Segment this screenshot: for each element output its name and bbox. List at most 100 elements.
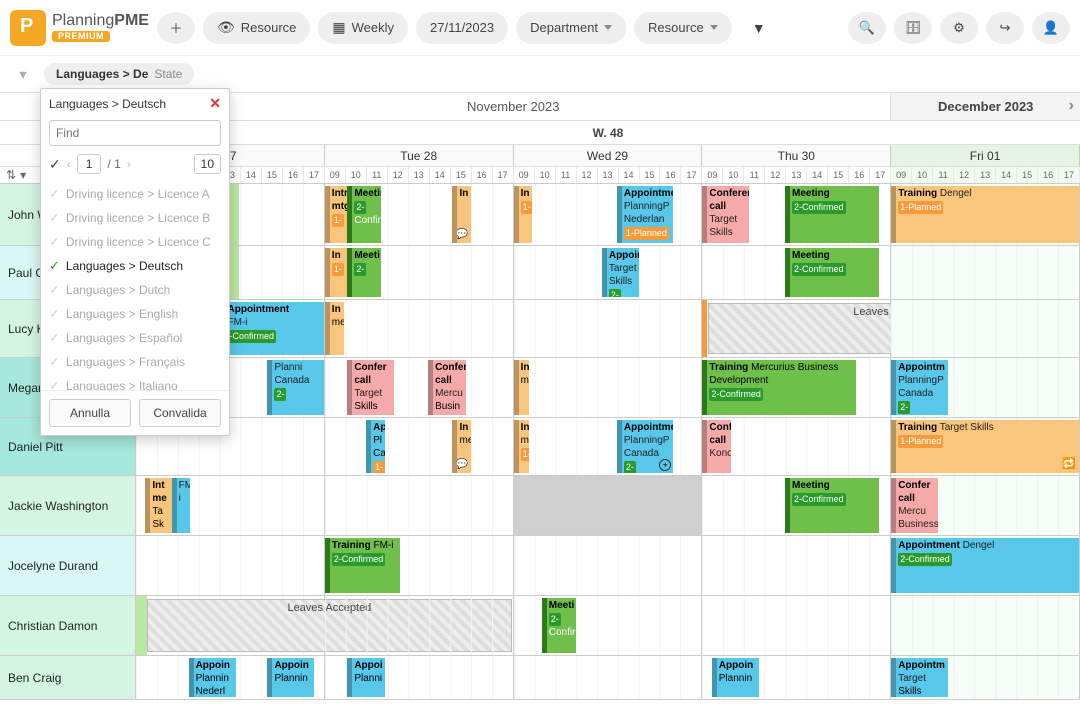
sort-icon[interactable]: ⇅	[6, 168, 16, 182]
funnel-icon: ▼	[752, 20, 766, 36]
popover-title: Languages > Deutsch	[49, 97, 166, 111]
filter-option[interactable]: ✓Languages > Dutch	[41, 278, 229, 302]
filter-chip-path: Languages > De	[56, 67, 148, 81]
hour-cell: 12	[577, 167, 598, 183]
data-button[interactable]: 🗄	[894, 12, 932, 44]
week-label: W. 48	[136, 121, 1080, 144]
filter-col-icon[interactable]: ▾	[20, 168, 26, 182]
filter-bar: ▾ Languages > De State	[0, 56, 1080, 92]
filter-option[interactable]: ✓Driving licence > Licence C	[41, 230, 229, 254]
hour-cell: 13	[598, 167, 619, 183]
filter-option[interactable]: ✓Languages > Français	[41, 350, 229, 374]
resource-name[interactable]: Jocelyne Durand	[0, 536, 136, 595]
funnel-icon[interactable]: ▾	[10, 61, 36, 87]
department-label: Department	[530, 20, 598, 35]
hour-cell: 12	[954, 167, 975, 183]
hour-cell: 14	[619, 167, 640, 183]
user-icon: 👤	[1043, 20, 1059, 36]
check-icon: ✓	[49, 306, 60, 322]
date-label: 27/11/2023	[430, 20, 494, 35]
hour-cell: 09	[325, 167, 346, 183]
hour-cell: 14	[430, 167, 451, 183]
hour-cell: 11	[933, 167, 954, 183]
filter-search-input[interactable]	[49, 120, 221, 146]
hours-fri: 091011121314151617	[891, 167, 1080, 183]
hour-cell: 15	[1017, 167, 1038, 183]
hour-cell: 09	[514, 167, 535, 183]
hour-cell: 10	[346, 167, 367, 183]
prev-page-icon[interactable]: ‹	[67, 157, 71, 171]
filter-option[interactable]: ✓Driving licence > Licence B	[41, 206, 229, 230]
chevron-down-icon	[710, 25, 718, 30]
date-button[interactable]: 27/11/2023	[416, 12, 508, 44]
month-label-dec: December 2023 ›	[891, 93, 1080, 120]
hours-tue: 091011121314151617	[325, 167, 514, 183]
calendar-icon: ▦	[332, 19, 345, 36]
hour-cell: 14	[996, 167, 1017, 183]
resource-row: Ben Craig AppoinPlanninNederl AppoinPlan…	[0, 656, 1080, 700]
filter-option[interactable]: ✓Languages > English	[41, 302, 229, 326]
filter-option[interactable]: ✓Languages > Italiano	[41, 374, 229, 390]
period-button[interactable]: ▦ Weekly	[318, 12, 408, 44]
hour-cell: 16	[849, 167, 870, 183]
top-toolbar: PlanningPME PREMIUM ＋ 👁Resource ▦Weekly …	[0, 0, 1080, 56]
hour-cell: 11	[556, 167, 577, 183]
filter-button[interactable]: ▼	[740, 12, 778, 44]
resource-name[interactable]: Jackie Washington	[0, 476, 136, 535]
resource-name[interactable]: Ben Craig	[0, 656, 136, 699]
hour-cell: 16	[660, 167, 681, 183]
day-fri: Fri 01	[891, 145, 1080, 166]
confirm-button[interactable]: Convalida	[139, 399, 221, 427]
hour-cell: 17	[493, 167, 514, 183]
search-button[interactable]: 🔍	[848, 12, 886, 44]
filter-option[interactable]: ✓Languages > Español	[41, 326, 229, 350]
hour-cell: 10	[912, 167, 933, 183]
day-wed: Wed 29	[514, 145, 703, 166]
eye-icon: 👁	[217, 19, 235, 36]
close-icon[interactable]: ✕	[209, 95, 221, 112]
filter-popover: Languages > Deutsch ✕ ✓ ‹ 1 / 1 › 10 ✓Dr…	[40, 88, 230, 436]
hour-cell: 15	[640, 167, 661, 183]
next-page-icon[interactable]: ›	[127, 157, 131, 171]
hour-cell: 12	[388, 167, 409, 183]
department-select[interactable]: Department	[516, 12, 626, 44]
comment-icon: 💬	[456, 228, 468, 241]
app-logo: PlanningPME PREMIUM	[10, 10, 149, 46]
hour-cell: 15	[828, 167, 849, 183]
hour-cell: 10	[723, 167, 744, 183]
resource-view-label: Resource	[241, 20, 297, 35]
settings-button[interactable]: ⚙	[940, 12, 978, 44]
hour-cell: 13	[409, 167, 430, 183]
cancel-button[interactable]: Annulla	[49, 399, 131, 427]
share-button[interactable]: ↪	[986, 12, 1024, 44]
filter-option[interactable]: ✓Languages > Deutsch	[41, 254, 229, 278]
check-all-icon[interactable]: ✓	[49, 156, 61, 173]
filter-option[interactable]: ✓Driving licence > Licence A	[41, 182, 229, 206]
repeat-icon: 🔁	[1062, 458, 1076, 471]
hour-cell: 17	[304, 167, 325, 183]
check-icon: ✓	[49, 234, 60, 250]
day-thu: Thu 30	[702, 145, 891, 166]
add-button[interactable]: ＋	[157, 12, 195, 44]
check-icon: ✓	[49, 354, 60, 370]
logo-icon	[10, 10, 46, 46]
hour-cell: 13	[975, 167, 996, 183]
premium-badge: PREMIUM	[52, 31, 110, 42]
database-icon: 🗄	[905, 20, 922, 36]
hour-cell: 10	[535, 167, 556, 183]
check-icon: ✓	[49, 258, 60, 274]
check-icon: ✓	[49, 210, 60, 226]
hour-cell: 16	[283, 167, 304, 183]
active-filter-chip[interactable]: Languages > De State	[44, 63, 194, 85]
hour-cell: 16	[472, 167, 493, 183]
period-label: Weekly	[352, 20, 394, 35]
hour-cell: 09	[702, 167, 723, 183]
resource-view-button[interactable]: 👁 Resource	[203, 12, 310, 44]
user-button[interactable]: 👤	[1032, 12, 1070, 44]
resource-name[interactable]: Christian Damon	[0, 596, 136, 655]
next-month-button[interactable]: ›	[1069, 97, 1074, 115]
share-icon: ↪	[1000, 20, 1011, 36]
resource-select[interactable]: Resource	[634, 12, 732, 44]
check-icon: ✓	[49, 378, 60, 390]
plus-circle-icon[interactable]: +	[659, 459, 671, 471]
